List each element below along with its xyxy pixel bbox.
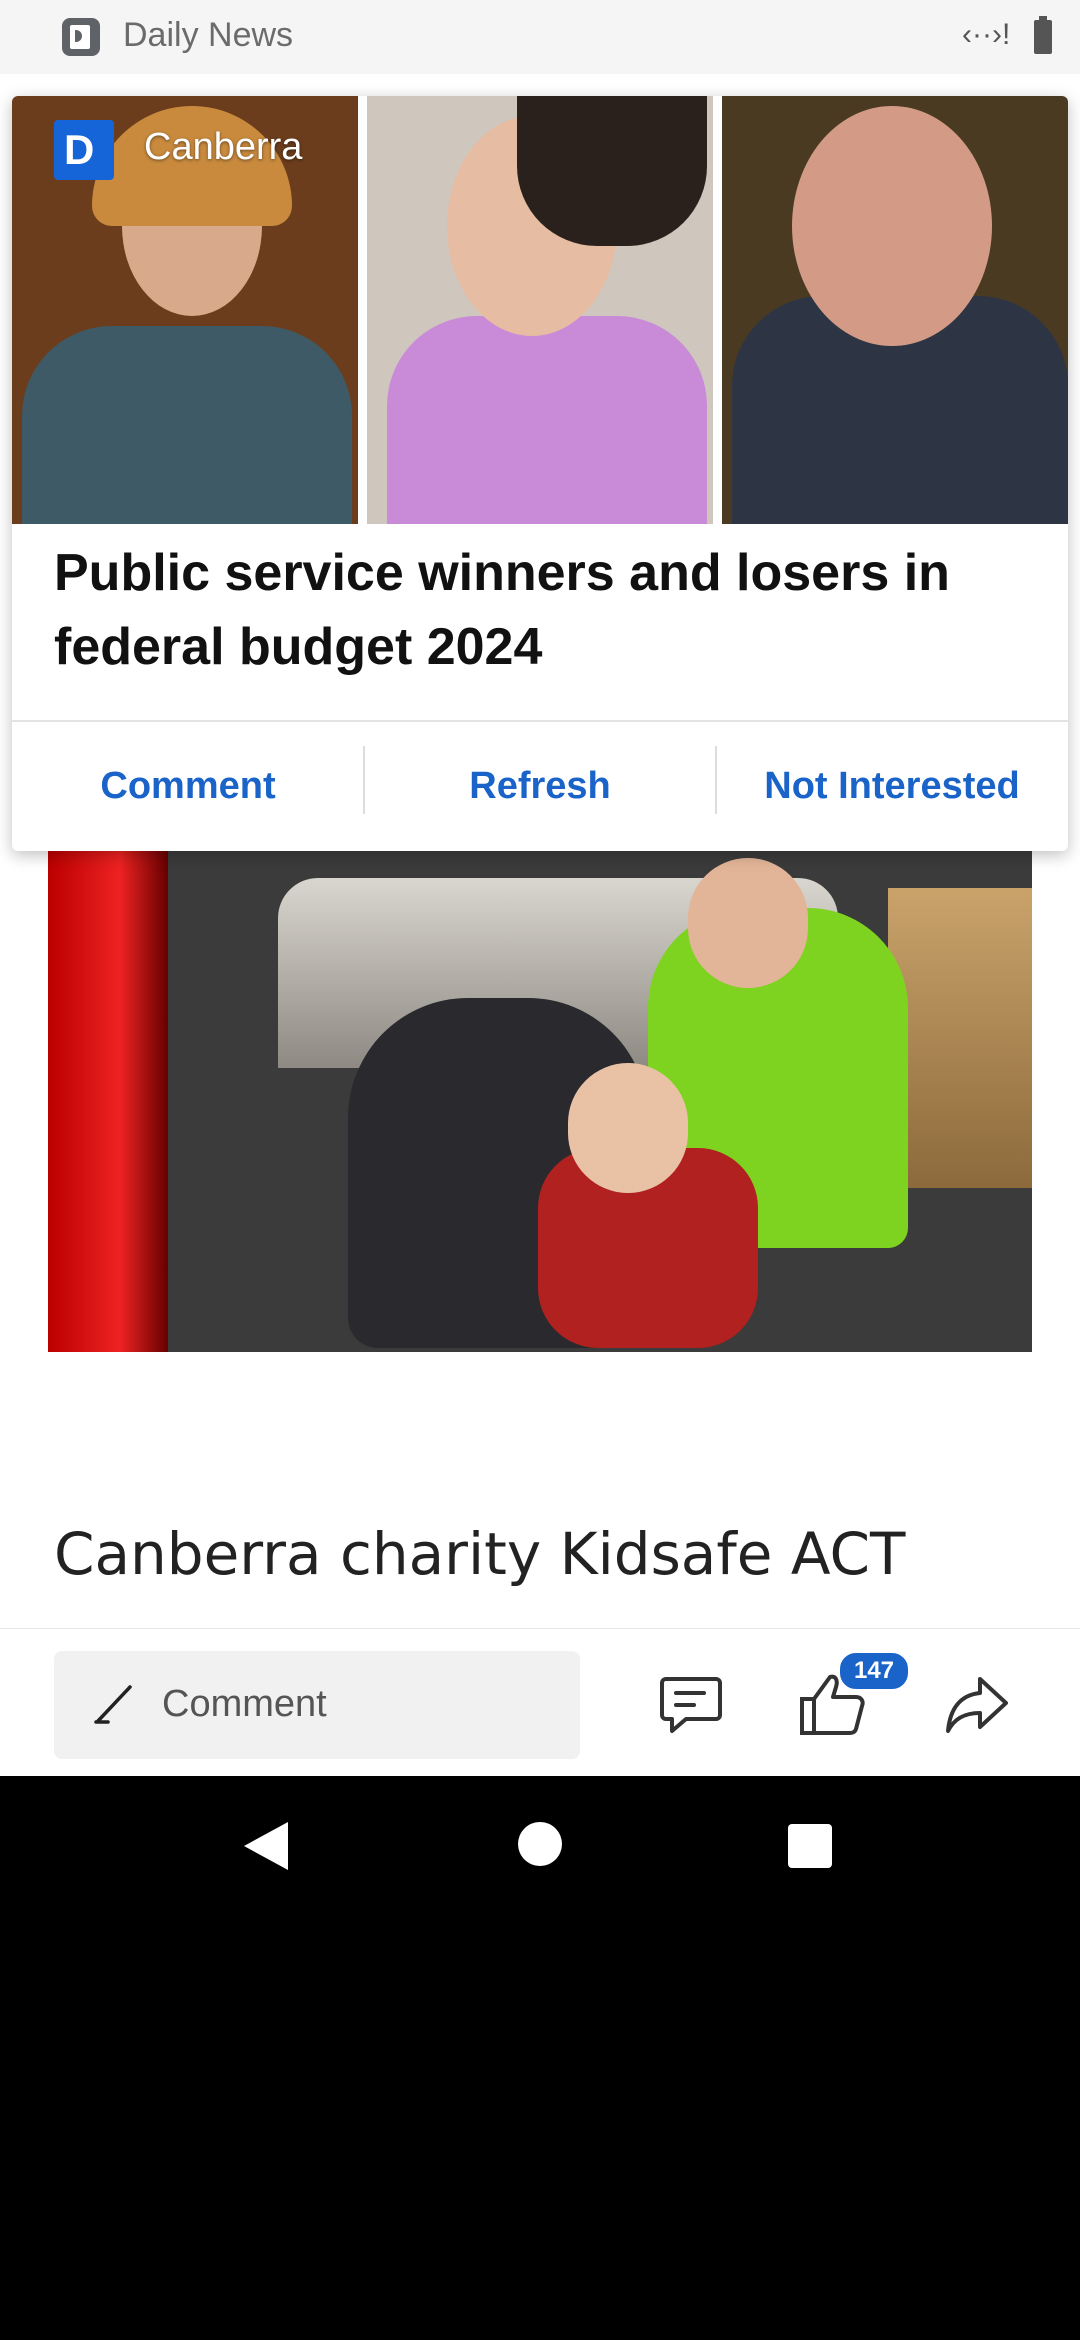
pencil-icon [94, 1685, 132, 1724]
article-headline: Canberra charity Kidsafe ACT [54, 1520, 906, 1588]
recents-icon[interactable] [788, 1824, 832, 1868]
comment-button[interactable]: Comment [12, 722, 364, 851]
app-title: Daily News [123, 16, 294, 54]
comments-icon[interactable] [656, 1669, 726, 1739]
battery-icon [1034, 16, 1052, 54]
card-photo-strip[interactable]: D Canberra [12, 96, 1068, 524]
not-interested-button[interactable]: Not Interested [716, 722, 1068, 851]
news-app-screen: Daily News ‹··›! Canberra charity Kidsaf… [0, 0, 1080, 1776]
like-count-badge: 147 [838, 1651, 910, 1691]
bottom-toolbar: Comment 147 [0, 1628, 1080, 1776]
comment-input[interactable]: Comment [54, 1651, 580, 1759]
daily-news-app-icon [62, 18, 100, 56]
source-name: Canberra [144, 126, 303, 168]
comment-placeholder: Comment [162, 1683, 327, 1725]
system-nav-bar [0, 1776, 1080, 1920]
card-photo-3 [722, 96, 1068, 524]
article-photo [48, 848, 1032, 1352]
status-bar: Daily News ‹··›! [0, 0, 1080, 74]
card-photo-2 [367, 96, 713, 524]
back-icon[interactable] [244, 1822, 288, 1870]
card-headline[interactable]: Public service winners and losers in fed… [54, 536, 1034, 684]
cast-icon: ‹··›! [962, 18, 1011, 51]
share-icon[interactable] [942, 1669, 1012, 1739]
news-overlay-card[interactable]: D Canberra Public service winners and lo… [12, 96, 1068, 851]
card-actions: Comment Refresh Not Interested [12, 722, 1068, 851]
home-icon[interactable] [518, 1822, 562, 1866]
source-logo-icon: D [54, 120, 114, 180]
refresh-button[interactable]: Refresh [364, 722, 716, 851]
